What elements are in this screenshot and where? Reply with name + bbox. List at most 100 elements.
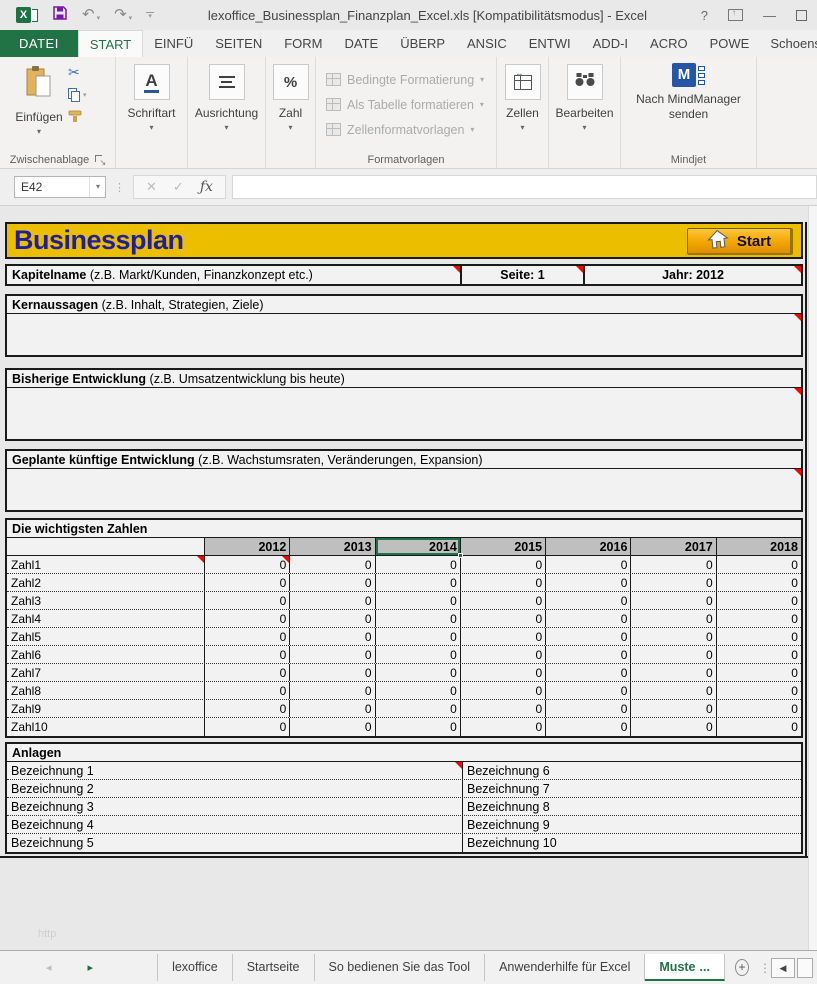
zahlen-value-cell[interactable]: 0: [716, 592, 801, 609]
zahlen-row-label-cell[interactable]: Zahl3: [7, 592, 204, 609]
sheet-tab-active[interactable]: Muste...: [645, 954, 725, 981]
zahlen-value-cell[interactable]: 0: [630, 700, 715, 717]
zahlen-value-cell[interactable]: 0: [460, 646, 545, 663]
customize-qat-button[interactable]: ▾: [146, 12, 154, 19]
copy-button[interactable]: ▾: [68, 88, 87, 102]
zahlen-value-cell[interactable]: 0: [204, 610, 289, 627]
cancel-entry-icon[interactable]: ✕: [146, 179, 157, 195]
zahlen-value-cell[interactable]: 0: [630, 556, 715, 573]
zahlen-value-cell[interactable]: 0: [716, 556, 801, 573]
zahlen-value-cell[interactable]: 0: [375, 592, 460, 609]
undo-button[interactable]: ↶▾: [82, 8, 100, 22]
zahlen-value-cell[interactable]: 0: [630, 664, 715, 681]
zahlen-value-cell[interactable]: 0: [375, 700, 460, 717]
zahlen-value-cell[interactable]: 0: [375, 664, 460, 681]
ribbon-tab--berp[interactable]: ÜBERP: [389, 30, 456, 57]
anlagen-cell[interactable]: Bezeichnung 9: [462, 816, 801, 833]
zahlen-value-cell[interactable]: 0: [545, 682, 630, 699]
cell-styles-button[interactable]: Zellenformatvorlagen▾: [326, 117, 496, 142]
section-input-cell[interactable]: [7, 314, 801, 356]
editing-button[interactable]: Bearbeiten ▾: [549, 57, 620, 132]
zahlen-value-cell[interactable]: 0: [289, 556, 374, 573]
zahlen-value-cell[interactable]: 0: [545, 646, 630, 663]
zahlen-value-cell[interactable]: 0: [204, 574, 289, 591]
help-icon[interactable]: ?: [701, 9, 708, 22]
sheet-tab-so-bedienen-sie-das-tool[interactable]: So bedienen Sie das Tool: [315, 954, 486, 981]
year-header-cell[interactable]: 2014: [375, 538, 460, 555]
zahlen-value-cell[interactable]: 0: [204, 664, 289, 681]
zahlen-value-cell[interactable]: 0: [204, 556, 289, 573]
name-box[interactable]: E42 ▾: [14, 176, 106, 198]
zahlen-value-cell[interactable]: 0: [716, 574, 801, 591]
zahlen-corner-cell[interactable]: [7, 538, 204, 555]
redo-button[interactable]: ↷▾: [114, 8, 132, 22]
ribbon-tab-ansic[interactable]: ANSIC: [456, 30, 518, 57]
zahlen-value-cell[interactable]: 0: [460, 718, 545, 736]
anlagen-cell[interactable]: Bezeichnung 3: [7, 798, 462, 815]
zahlen-value-cell[interactable]: 0: [375, 646, 460, 663]
section-input-cell[interactable]: [7, 469, 801, 511]
zahlen-value-cell[interactable]: 0: [630, 574, 715, 591]
zahlen-value-cell[interactable]: 0: [375, 574, 460, 591]
zahlen-value-cell[interactable]: 0: [289, 610, 374, 627]
zahlen-value-cell[interactable]: 0: [460, 556, 545, 573]
zahlen-value-cell[interactable]: 0: [545, 664, 630, 681]
year-header-cell[interactable]: 2015: [460, 538, 545, 555]
zahlen-row-label-cell[interactable]: Zahl8: [7, 682, 204, 699]
zahlen-row-label-cell[interactable]: Zahl5: [7, 628, 204, 645]
zahlen-value-cell[interactable]: 0: [289, 592, 374, 609]
anlagen-cell[interactable]: Bezeichnung 8: [462, 798, 801, 815]
zahlen-row-label-cell[interactable]: Zahl6: [7, 646, 204, 663]
zahlen-value-cell[interactable]: 0: [375, 610, 460, 627]
save-icon[interactable]: [52, 5, 68, 26]
zahlen-value-cell[interactable]: 0: [460, 610, 545, 627]
zahlen-value-cell[interactable]: 0: [716, 628, 801, 645]
zahlen-value-cell[interactable]: 0: [716, 610, 801, 627]
year-header-cell[interactable]: 2017: [630, 538, 715, 555]
ribbon-tab-powe[interactable]: POWE: [699, 30, 761, 57]
confirm-entry-icon[interactable]: ✓: [173, 179, 184, 195]
zahlen-value-cell[interactable]: 0: [289, 718, 374, 736]
ribbon-tab-seiten[interactable]: SEITEN: [204, 30, 273, 57]
year-header-cell[interactable]: 2018: [716, 538, 801, 555]
zahlen-value-cell[interactable]: 0: [545, 574, 630, 591]
zahlen-value-cell[interactable]: 0: [289, 574, 374, 591]
paste-button[interactable]: Einfügen ▾: [10, 57, 68, 168]
account-menu[interactable]: Schoenstei... ▾: [760, 30, 817, 57]
zahlen-value-cell[interactable]: 0: [289, 700, 374, 717]
zahlen-value-cell[interactable]: 0: [460, 592, 545, 609]
zahlen-value-cell[interactable]: 0: [716, 700, 801, 717]
year-header-cell[interactable]: 2013: [289, 538, 374, 555]
format-painter-icon[interactable]: [68, 110, 87, 128]
zahlen-value-cell[interactable]: 0: [289, 664, 374, 681]
zahlen-value-cell[interactable]: 0: [716, 646, 801, 663]
cut-icon[interactable]: ✂: [68, 65, 87, 80]
sheet-nav-next-icon[interactable]: ▸: [82, 961, 100, 974]
zahlen-value-cell[interactable]: 0: [545, 700, 630, 717]
zahlen-row-label-cell[interactable]: Zahl10: [7, 718, 204, 736]
ribbon-tab-date[interactable]: DATE: [334, 30, 390, 57]
new-sheet-icon[interactable]: +: [735, 959, 749, 976]
zahlen-value-cell[interactable]: 0: [289, 646, 374, 663]
jahr-cell[interactable]: Jahr: 2012: [583, 266, 801, 284]
zahlen-value-cell[interactable]: 0: [375, 556, 460, 573]
zahlen-row-label-cell[interactable]: Zahl9: [7, 700, 204, 717]
anlagen-cell[interactable]: Bezeichnung 7: [462, 780, 801, 797]
anlagen-cell[interactable]: Bezeichnung 10: [462, 834, 801, 852]
zahlen-row-label-cell[interactable]: Zahl1: [7, 556, 204, 573]
zahlen-value-cell[interactable]: 0: [289, 628, 374, 645]
zahlen-value-cell[interactable]: 0: [630, 592, 715, 609]
zahlen-row-label-cell[interactable]: Zahl4: [7, 610, 204, 627]
sheet-nav-prev-icon[interactable]: ◂: [40, 961, 58, 974]
zahlen-value-cell[interactable]: 0: [204, 682, 289, 699]
conditional-formatting-button[interactable]: Bedingte Formatierung▾: [326, 67, 496, 92]
sheet-tab-anwenderhilfe-f-r-excel[interactable]: Anwenderhilfe für Excel: [485, 954, 645, 981]
zahlen-value-cell[interactable]: 0: [204, 718, 289, 736]
anlagen-cell[interactable]: Bezeichnung 1: [7, 762, 462, 779]
zahlen-value-cell[interactable]: 0: [545, 610, 630, 627]
zahlen-value-cell[interactable]: 0: [204, 592, 289, 609]
zahlen-value-cell[interactable]: 0: [630, 682, 715, 699]
alignment-button[interactable]: Ausrichtung ▾: [188, 57, 265, 132]
ribbon-display-options-icon[interactable]: [728, 9, 743, 21]
dialog-launcher-icon[interactable]: [95, 155, 105, 165]
